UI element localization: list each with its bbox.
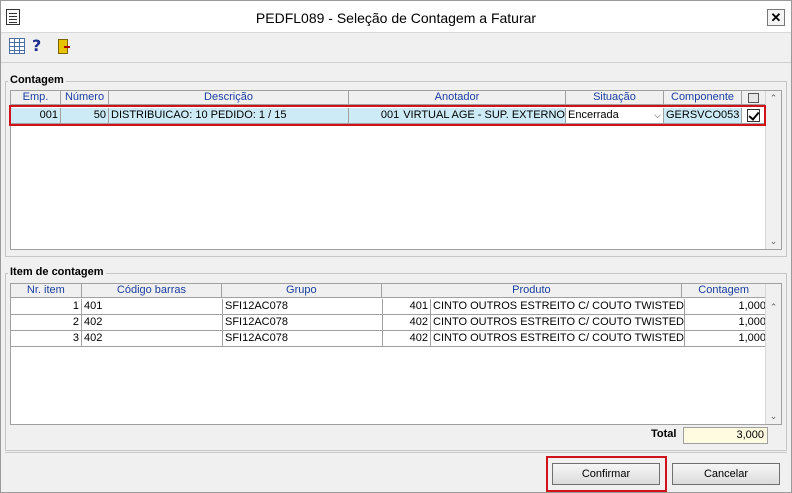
cell-produto-name: CINTO OUTROS ESTREITO C/ COUTO TWISTED xyxy=(430,331,684,346)
selected-row-highlight xyxy=(9,105,766,126)
cell-grupo: SFI12AC078 xyxy=(223,315,383,331)
cell-produto: 402 CINTO OUTROS ESTREITO C/ COUTO TWIST… xyxy=(383,315,685,331)
cell-grupo: SFI12AC078 xyxy=(223,299,383,315)
exit-icon[interactable] xyxy=(55,38,71,54)
cell-nr-item: 1 xyxy=(11,299,82,315)
col-nr-item[interactable]: Nr. item xyxy=(11,284,82,298)
cell-contagem: 1,000 xyxy=(685,331,769,347)
col-codigo-barras[interactable]: Código barras xyxy=(82,284,223,298)
cell-codigo-barras: 402 xyxy=(82,331,223,347)
col-select-all[interactable] xyxy=(742,91,766,105)
scroll-up-icon[interactable]: ⌃ xyxy=(766,300,781,315)
col-emp[interactable]: Emp. xyxy=(11,91,61,105)
col-numero[interactable]: Número xyxy=(61,91,109,105)
close-button[interactable]: ✕ xyxy=(767,9,785,26)
cell-produto-name: CINTO OUTROS ESTREITO C/ COUTO TWISTED xyxy=(430,315,684,330)
cell-produto-code: 402 xyxy=(409,332,429,344)
col-anotador[interactable]: Anotador xyxy=(349,91,566,105)
scroll-up-icon[interactable]: ⌃ xyxy=(766,91,781,106)
toolbar: ? xyxy=(1,34,791,58)
select-all-checkbox[interactable] xyxy=(748,93,759,103)
scroll-down-icon[interactable]: ⌄ xyxy=(766,234,781,249)
cell-produto-code: 402 xyxy=(409,316,429,328)
item-contagem-group-label: Item de contagem xyxy=(8,266,106,278)
col-grupo[interactable]: Grupo xyxy=(222,284,382,298)
item-contagem-grid[interactable]: Nr. item Código barras Grupo Produto Con… xyxy=(10,283,782,425)
cell-produto: 401 CINTO OUTROS ESTREITO C/ COUTO TWIST… xyxy=(383,299,685,315)
bottom-separator xyxy=(5,452,787,453)
total-label: Total xyxy=(651,428,677,440)
cell-codigo-barras: 401 xyxy=(82,299,223,315)
cell-contagem: 1,000 xyxy=(685,299,769,315)
item-row[interactable]: 1 401 SFI12AC078 401 CINTO OUTROS ESTREI… xyxy=(11,299,769,315)
cell-nr-item: 3 xyxy=(11,331,82,347)
col-contagem[interactable]: Contagem xyxy=(682,284,766,298)
cell-nr-item: 2 xyxy=(11,315,82,331)
total-field: 3,000 xyxy=(683,427,768,444)
col-descricao[interactable]: Descrição xyxy=(109,91,349,105)
title-bar: PEDFL089 - Seleção de Contagem a Faturar… xyxy=(1,1,791,33)
col-componente[interactable]: Componente xyxy=(664,91,742,105)
contagem-scrollbar[interactable]: ⌃ ⌄ xyxy=(765,91,781,249)
toolbar-separator xyxy=(1,62,791,63)
col-produto[interactable]: Produto xyxy=(382,284,683,298)
contagem-group-label: Contagem xyxy=(8,74,66,86)
cell-contagem: 1,000 xyxy=(685,315,769,331)
item-row[interactable]: 2 402 SFI12AC078 402 CINTO OUTROS ESTREI… xyxy=(11,315,769,331)
cancel-button[interactable]: Cancelar xyxy=(672,463,780,485)
col-situacao[interactable]: Situação xyxy=(566,91,664,105)
window-title: PEDFL089 - Seleção de Contagem a Faturar xyxy=(255,10,537,26)
cell-produto: 402 CINTO OUTROS ESTREITO C/ COUTO TWIST… xyxy=(383,331,685,347)
main-window: PEDFL089 - Seleção de Contagem a Faturar… xyxy=(0,0,792,493)
item-row[interactable]: 3 402 SFI12AC078 402 CINTO OUTROS ESTREI… xyxy=(11,331,769,347)
cell-produto-name: CINTO OUTROS ESTREITO C/ COUTO TWISTED xyxy=(430,299,684,314)
cell-codigo-barras: 402 xyxy=(82,315,223,331)
contagem-grid-header: Emp. Número Descrição Anotador Situação … xyxy=(11,91,766,105)
scroll-down-icon[interactable]: ⌄ xyxy=(766,409,781,424)
help-icon[interactable]: ? xyxy=(32,38,48,54)
cell-produto-code: 401 xyxy=(409,300,429,312)
cell-grupo: SFI12AC078 xyxy=(223,331,383,347)
grid-icon[interactable] xyxy=(9,38,25,54)
confirm-button[interactable]: Confirmar xyxy=(552,463,660,485)
item-contagem-scrollbar[interactable]: ⌃ ⌄ xyxy=(765,284,781,424)
item-contagem-grid-header: Nr. item Código barras Grupo Produto Con… xyxy=(11,284,766,298)
